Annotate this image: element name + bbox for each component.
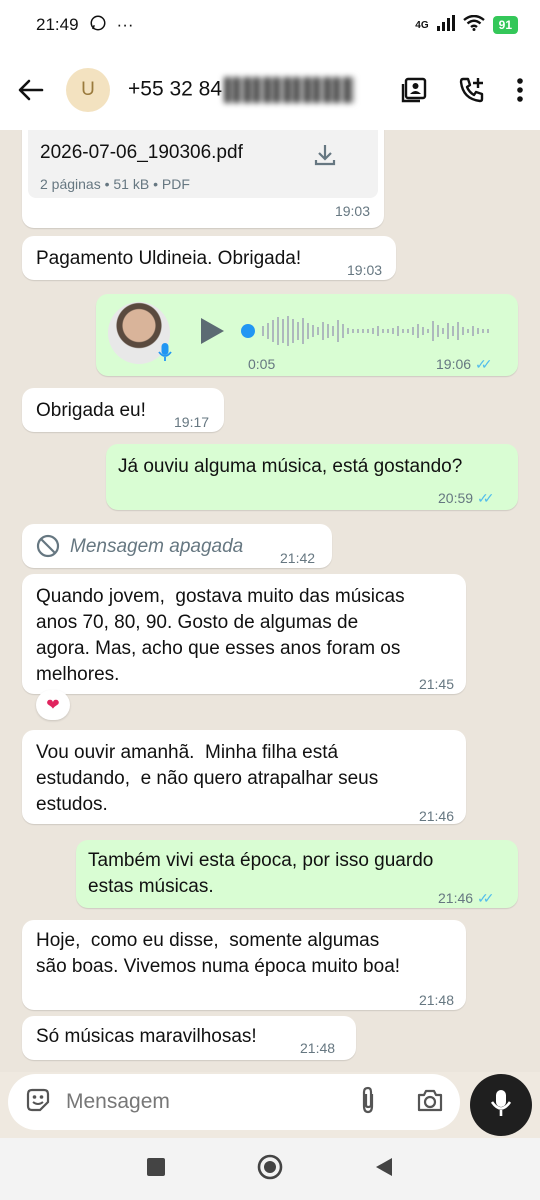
camera-icon[interactable] (416, 1087, 444, 1118)
status-bar: 21:49 ··· 4G 91 (0, 0, 540, 50)
back-nav-icon[interactable] (374, 1156, 394, 1183)
pdf-card[interactable]: 2026-07-06_190306.pdf 2 páginas • 51 kB … (28, 130, 378, 198)
contact-number: +55 32 84 (128, 77, 223, 101)
message-text: Só músicas maravilhosas! (36, 1026, 257, 1047)
message-text: Obrigada eu! (36, 400, 146, 421)
message-input-bar: Mensagem (0, 1072, 540, 1136)
message-time: 19:03 (347, 262, 383, 278)
message-time: 19:17 (174, 414, 210, 430)
deleted-message[interactable]: Mensagem apagada 21:42 (22, 524, 332, 568)
redacted-number (224, 77, 355, 103)
recents-icon[interactable] (146, 1157, 166, 1182)
battery-indicator: 91 (492, 16, 518, 34)
arrow-left-icon[interactable] (18, 79, 44, 101)
incoming-message[interactable]: Pagamento Uldineia. Obrigada! 19:03 (22, 236, 396, 280)
read-ticks-icon: ✓✓ (475, 356, 493, 372)
message-text: Pagamento Uldineia. Obrigada! (36, 248, 302, 269)
message-line: são boas. Vivemos numa época muito boa! (36, 956, 401, 977)
message-time: 21:48 (418, 992, 454, 1008)
voice-record-button[interactable] (470, 1074, 532, 1136)
time-text: 20:59 (438, 490, 474, 506)
message-input[interactable]: Mensagem (8, 1074, 460, 1130)
message-line: Quando jovem, gostava muito das músicas (36, 586, 405, 607)
add-call-icon[interactable] (458, 76, 486, 104)
wifi-icon (462, 14, 485, 36)
contact-name[interactable]: +55 32 84 (128, 77, 355, 103)
read-ticks-icon: ✓✓ (477, 490, 495, 506)
outgoing-message[interactable]: Já ouviu alguma música, está gostando? 2… (106, 444, 518, 510)
more-vert-icon[interactable] (516, 77, 524, 103)
sticker-icon[interactable] (24, 1086, 52, 1119)
message-time: 20:59 ✓✓ (438, 486, 495, 511)
message-line: agora. Mas, acho que esses anos foram os (36, 638, 401, 659)
message-time: 21:45 (418, 676, 454, 692)
contact-card-icon[interactable] (400, 76, 428, 104)
time-text: 19:06 (436, 356, 472, 372)
outgoing-message[interactable]: Também vivi esta época, por isso guardo … (76, 840, 518, 908)
chat-area[interactable]: 2026-07-06_190306.pdf 2 páginas • 51 kB … (0, 130, 540, 1072)
message-line: estudando, e não quero atrapalhar seus (36, 768, 379, 789)
message-time: 21:42 (280, 550, 316, 566)
message-line: melhores. (36, 664, 120, 685)
incoming-message[interactable]: Quando jovem, gostava muito das músicas … (22, 574, 466, 694)
audio-message[interactable]: 0:05 19:06 ✓✓ (96, 294, 518, 376)
message-line: estudos. (36, 794, 108, 815)
avatar[interactable]: U (66, 68, 110, 112)
download-icon[interactable] (312, 142, 338, 175)
whatsapp-notification-icon (89, 14, 107, 37)
message-time: 21:46 (418, 808, 454, 824)
signal-icon (436, 14, 455, 36)
incoming-message[interactable]: Obrigada eu! 19:17 (22, 388, 224, 432)
message-time: 19:03 (334, 203, 370, 219)
message-line: Também vivi esta época, por isso guardo (88, 850, 434, 871)
status-time: 21:49 (36, 15, 79, 34)
audio-duration: 0:05 (248, 356, 276, 372)
mic-icon (490, 1088, 512, 1123)
message-placeholder[interactable]: Mensagem (66, 1090, 170, 1114)
paperclip-icon[interactable] (358, 1085, 378, 1120)
block-icon (36, 534, 60, 565)
message-time: 21:46 ✓✓ (438, 886, 495, 911)
incoming-message[interactable]: Vou ouvir amanhã. Minha filha está estud… (22, 730, 466, 824)
pdf-meta: 2 páginas • 51 kB • PDF (40, 176, 190, 192)
read-ticks-icon: ✓✓ (477, 890, 495, 906)
incoming-message[interactable]: Só músicas maravilhosas! 21:48 (22, 1016, 356, 1060)
network-label: 4G (415, 19, 429, 31)
message-line: Hoje, como eu disse, somente algumas (36, 930, 380, 951)
message-time: 19:06 ✓✓ (436, 352, 493, 377)
system-nav-bar (0, 1138, 540, 1200)
message-line: anos 70, 80, 90. Gosto de algumas de (36, 612, 359, 633)
time-text: 21:46 (438, 890, 474, 906)
play-icon[interactable] (198, 316, 226, 353)
message-text: Já ouviu alguma música, está gostando? (118, 456, 463, 477)
audio-waveform[interactable] (240, 314, 502, 348)
incoming-message[interactable]: Hoje, como eu disse, somente algumas são… (22, 920, 466, 1010)
heart-reaction-icon[interactable]: ❤ (36, 690, 70, 720)
chat-header: U +55 32 84 (0, 50, 540, 130)
message-line: estas músicas. (88, 876, 214, 897)
message-text: Mensagem apagada (70, 536, 244, 557)
message-line: Vou ouvir amanhã. Minha filha está (36, 742, 339, 763)
more-notifications-icon: ··· (116, 15, 134, 34)
pdf-filename: 2026-07-06_190306.pdf (40, 142, 243, 163)
home-icon[interactable] (256, 1153, 284, 1186)
pdf-message[interactable]: 2026-07-06_190306.pdf 2 páginas • 51 kB … (22, 130, 384, 228)
message-time: 21:48 (300, 1040, 336, 1056)
mic-icon (158, 342, 172, 369)
